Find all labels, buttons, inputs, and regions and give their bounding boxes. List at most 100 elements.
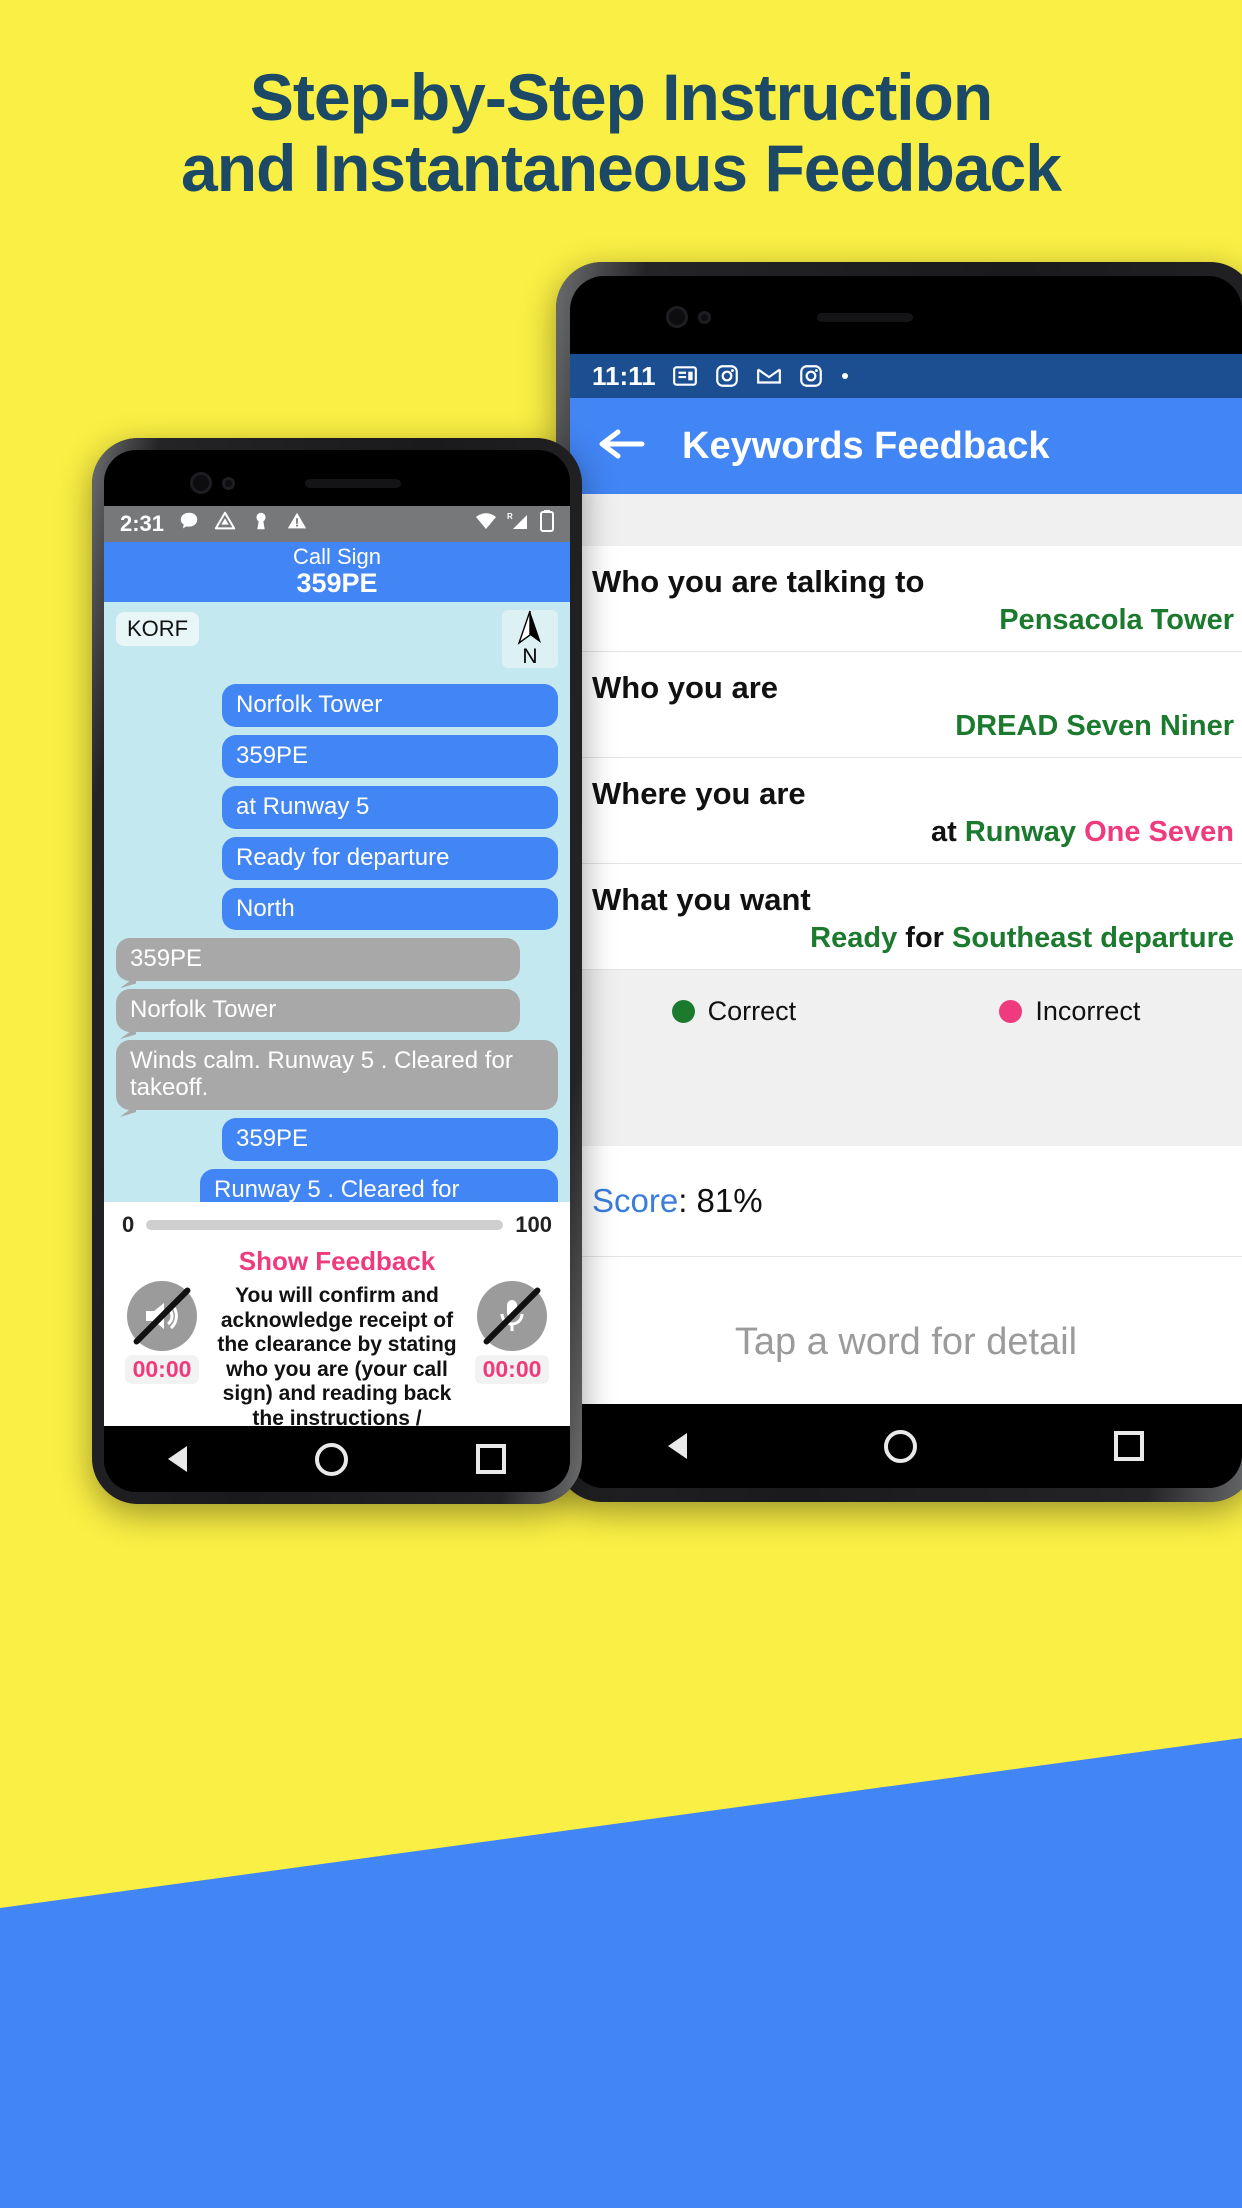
chat-bubble[interactable]: Ready for departure bbox=[222, 836, 558, 880]
slider-max-label: 100 bbox=[515, 1212, 552, 1237]
mic-muted-icon[interactable] bbox=[477, 1281, 547, 1351]
status-left-group: 2:31 bbox=[120, 510, 308, 538]
keyword-block: Who you are talking to Pensacola Tower bbox=[570, 546, 1242, 652]
keyword-answer[interactable]: DREAD Seven Niner bbox=[570, 710, 1242, 757]
keyword-block: Who you are DREAD Seven Niner bbox=[570, 652, 1242, 758]
warning-icon bbox=[286, 510, 308, 538]
chat-bubble[interactable]: Norfolk Tower bbox=[116, 989, 520, 1033]
speaker-timer: 00:00 bbox=[124, 1355, 200, 1384]
back-phone-android-navbar bbox=[570, 1404, 1242, 1488]
show-feedback-button[interactable]: Show Feedback bbox=[104, 1238, 570, 1281]
chat-icon bbox=[178, 510, 200, 538]
answer-part[interactable]: Ready bbox=[810, 922, 905, 954]
headline-line-2: and Instantaneous Feedback bbox=[181, 131, 1062, 206]
camera-icon bbox=[190, 472, 212, 494]
back-appbar-title: Keywords Feedback bbox=[682, 424, 1050, 467]
legend-item-incorrect: Incorrect bbox=[999, 996, 1140, 1027]
answer-part[interactable]: for bbox=[905, 922, 952, 954]
sensor-icon bbox=[222, 476, 235, 490]
call-sign-value: 359PE bbox=[296, 568, 378, 598]
back-phone-device: 11:11 Keywords Feedback Who you are talk… bbox=[556, 262, 1242, 1502]
score-value: : 81% bbox=[678, 1182, 763, 1219]
page-title: Step-by-Step Instruction and Instantaneo… bbox=[0, 60, 1242, 206]
chat-bubble[interactable]: at Runway 5 bbox=[222, 785, 558, 829]
keyword-block: What you want Ready for Southeast depart… bbox=[570, 864, 1242, 970]
back-nav-icon[interactable] bbox=[168, 1446, 187, 1472]
instagram-icon bbox=[714, 363, 740, 389]
call-sign-label: Call Sign bbox=[292, 544, 382, 569]
compass-label: N bbox=[522, 645, 538, 668]
progress-slider-row[interactable]: 0 100 bbox=[104, 1202, 570, 1238]
keyword-answer[interactable]: Ready for Southeast departure bbox=[570, 922, 1242, 969]
home-nav-icon[interactable] bbox=[883, 1429, 917, 1463]
headline-line-1: Step-by-Step Instruction bbox=[249, 60, 993, 134]
slider-track[interactable] bbox=[146, 1220, 504, 1230]
score-label: Score bbox=[592, 1182, 679, 1219]
legend-label: Correct bbox=[707, 996, 797, 1026]
recents-nav-icon[interactable] bbox=[1113, 1431, 1144, 1461]
answer-part[interactable]: Runway bbox=[965, 816, 1084, 848]
chat-bubble[interactable]: Norfolk Tower bbox=[222, 684, 558, 727]
compass-widget[interactable]: N bbox=[502, 610, 558, 668]
chat-bubble[interactable]: 359PE bbox=[222, 1117, 558, 1161]
airport-tag[interactable]: KORF bbox=[116, 612, 200, 646]
front-phone-device: 2:31 R Call Sign 359PE KORF N Norfolk To… bbox=[92, 438, 582, 1504]
gmail-icon bbox=[756, 363, 782, 389]
control-panel: 0 100 Show Feedback 00:00 You will confi… bbox=[104, 1202, 570, 1426]
keyword-answer[interactable]: at Runway One Seven bbox=[570, 816, 1242, 863]
legend-label: Incorrect bbox=[1035, 996, 1141, 1026]
front-phone-screen: 2:31 R Call Sign 359PE KORF N Norfolk To… bbox=[104, 506, 570, 1426]
top-spacer bbox=[570, 494, 1242, 546]
back-phone-screen: 11:11 Keywords Feedback Who you are talk… bbox=[570, 354, 1242, 1404]
back-appbar: Keywords Feedback bbox=[570, 398, 1242, 494]
chat-bubble[interactable]: 359PE bbox=[116, 938, 520, 982]
feedback-instruction-text: You will confirm and acknowledge receipt… bbox=[217, 1284, 457, 1426]
answer-part[interactable]: at bbox=[931, 816, 965, 848]
legend-item-correct: Correct bbox=[671, 996, 797, 1027]
front-phone-camera-row bbox=[190, 472, 401, 494]
earpiece-speaker bbox=[305, 478, 401, 488]
correct-dot-icon bbox=[671, 1000, 695, 1023]
keyword-question: Who you are bbox=[592, 670, 779, 705]
tap-word-hint: Tap a word for detail bbox=[570, 1257, 1242, 1404]
chat-bubble[interactable]: North bbox=[222, 887, 558, 931]
speaker-muted-icon[interactable] bbox=[127, 1281, 197, 1351]
front-status-bar: 2:31 R bbox=[104, 506, 570, 542]
chat-bubble[interactable]: 359PE bbox=[222, 734, 558, 778]
chat-bubble[interactable]: Runway 5 . Cleared for takeoff. bbox=[200, 1168, 558, 1202]
keyword-answer[interactable]: Pensacola Tower bbox=[570, 604, 1242, 651]
signal-roaming-icon: R bbox=[507, 511, 531, 537]
answer-part[interactable]: Southeast departure bbox=[952, 922, 1234, 954]
answer-part[interactable]: One Seven bbox=[1084, 816, 1234, 848]
mute-slash-icon bbox=[482, 1286, 542, 1346]
home-nav-icon[interactable] bbox=[315, 1442, 348, 1476]
back-nav-icon[interactable] bbox=[668, 1433, 688, 1459]
answer-part[interactable]: DREAD Seven Niner bbox=[955, 710, 1234, 742]
front-phone-inner: 2:31 R Call Sign 359PE KORF N Norfolk To… bbox=[104, 450, 570, 1492]
status-right-group: R bbox=[474, 510, 554, 538]
sensor-icon bbox=[698, 310, 711, 324]
camera-icon bbox=[666, 306, 688, 328]
dot-icon bbox=[840, 371, 850, 381]
keywords-feedback-body: Who you are talking to Pensacola Tower W… bbox=[570, 494, 1242, 1404]
keyword-block: Where you are at Runway One Seven bbox=[570, 758, 1242, 864]
back-phone-inner: 11:11 Keywords Feedback Who you are talk… bbox=[570, 276, 1242, 1488]
recents-nav-icon[interactable] bbox=[476, 1444, 506, 1474]
back-phone-camera-row bbox=[666, 306, 913, 328]
keyword-question: What you want bbox=[592, 882, 811, 917]
arrow-left-icon[interactable] bbox=[596, 424, 648, 469]
answer-part[interactable]: Pensacola Tower bbox=[999, 604, 1234, 636]
status-time: 2:31 bbox=[120, 511, 165, 536]
speaker-control[interactable]: 00:00 bbox=[118, 1281, 206, 1384]
feedback-row: 00:00 You will confirm and acknowledge r… bbox=[104, 1281, 570, 1426]
chat-bubble[interactable]: Winds calm. Runway 5 . Cleared for takeo… bbox=[116, 1040, 558, 1110]
instagram-icon bbox=[798, 363, 824, 389]
keyword-question: Who you are talking to bbox=[592, 564, 925, 599]
mic-control[interactable]: 00:00 bbox=[468, 1281, 556, 1384]
mic-timer: 00:00 bbox=[474, 1355, 550, 1384]
background-blue-wedge bbox=[0, 1738, 1242, 2208]
keyword-question: Where you are bbox=[592, 776, 806, 811]
battery-icon bbox=[540, 510, 554, 538]
drive-icon bbox=[214, 510, 236, 538]
svg-text:R: R bbox=[507, 512, 513, 521]
